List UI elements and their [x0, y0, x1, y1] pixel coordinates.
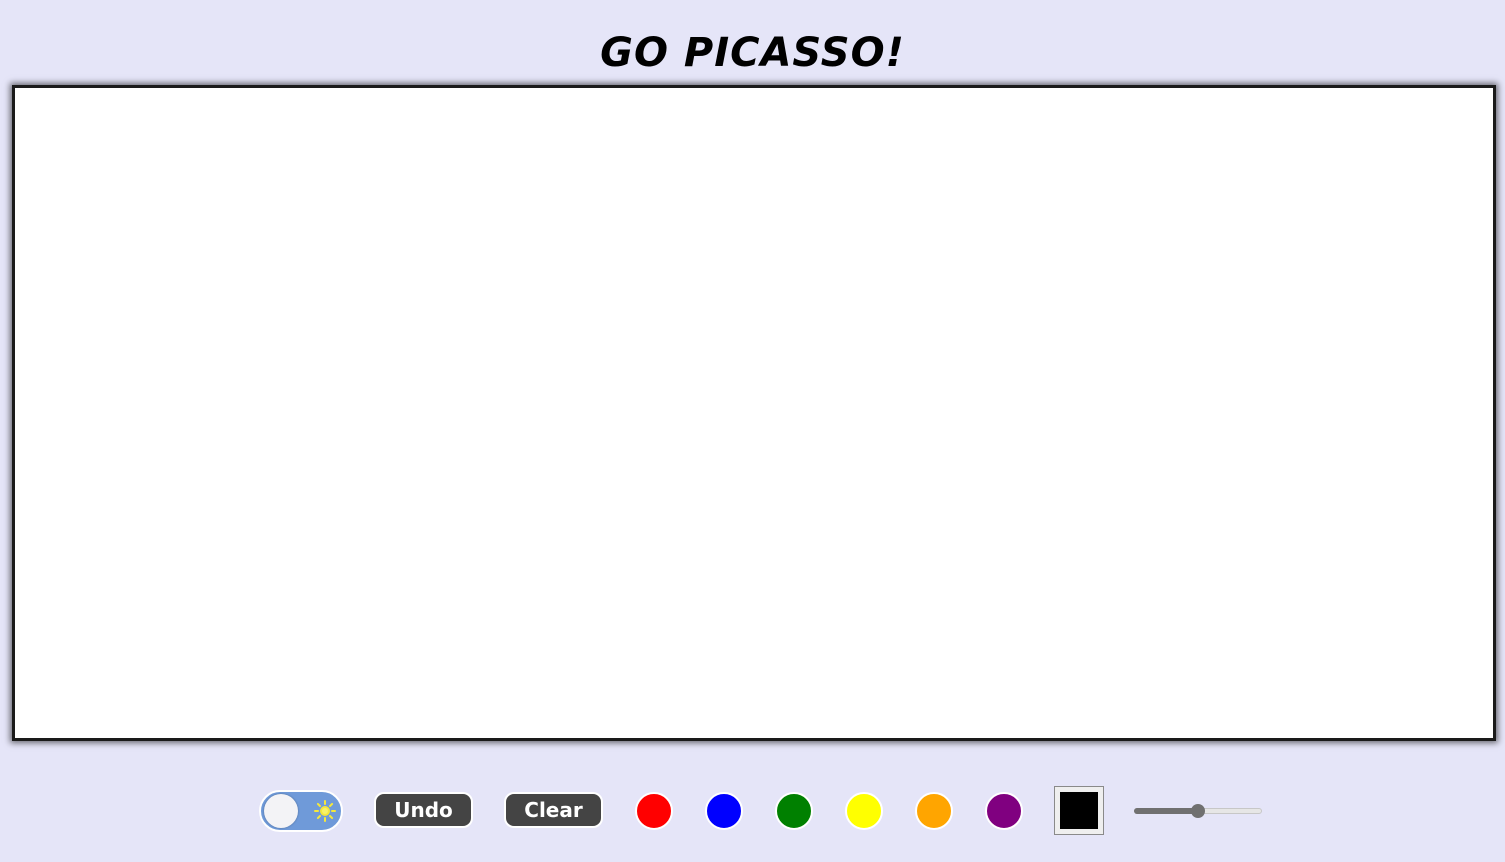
toolbar: Undo Clear	[0, 786, 1505, 836]
swatch-red[interactable]	[635, 792, 673, 830]
toggle-knob	[264, 794, 298, 828]
page-title: GO PICASSO!	[600, 30, 905, 76]
swatch-purple[interactable]	[985, 792, 1023, 830]
clear-button[interactable]: Clear	[504, 792, 603, 828]
color-picker[interactable]	[1054, 786, 1104, 835]
drawing-canvas[interactable]	[12, 85, 1496, 741]
brush-size-slider[interactable]	[1134, 804, 1262, 818]
sun-icon	[314, 800, 336, 822]
swatch-blue[interactable]	[705, 792, 743, 830]
slider-thumb[interactable]	[1191, 804, 1205, 818]
swatch-yellow[interactable]	[845, 792, 883, 830]
slider-fill	[1134, 808, 1198, 814]
undo-button[interactable]: Undo	[374, 792, 473, 828]
color-picker-value	[1060, 792, 1098, 829]
swatch-orange[interactable]	[915, 792, 953, 830]
swatch-green[interactable]	[775, 792, 813, 830]
theme-toggle[interactable]	[259, 790, 343, 832]
